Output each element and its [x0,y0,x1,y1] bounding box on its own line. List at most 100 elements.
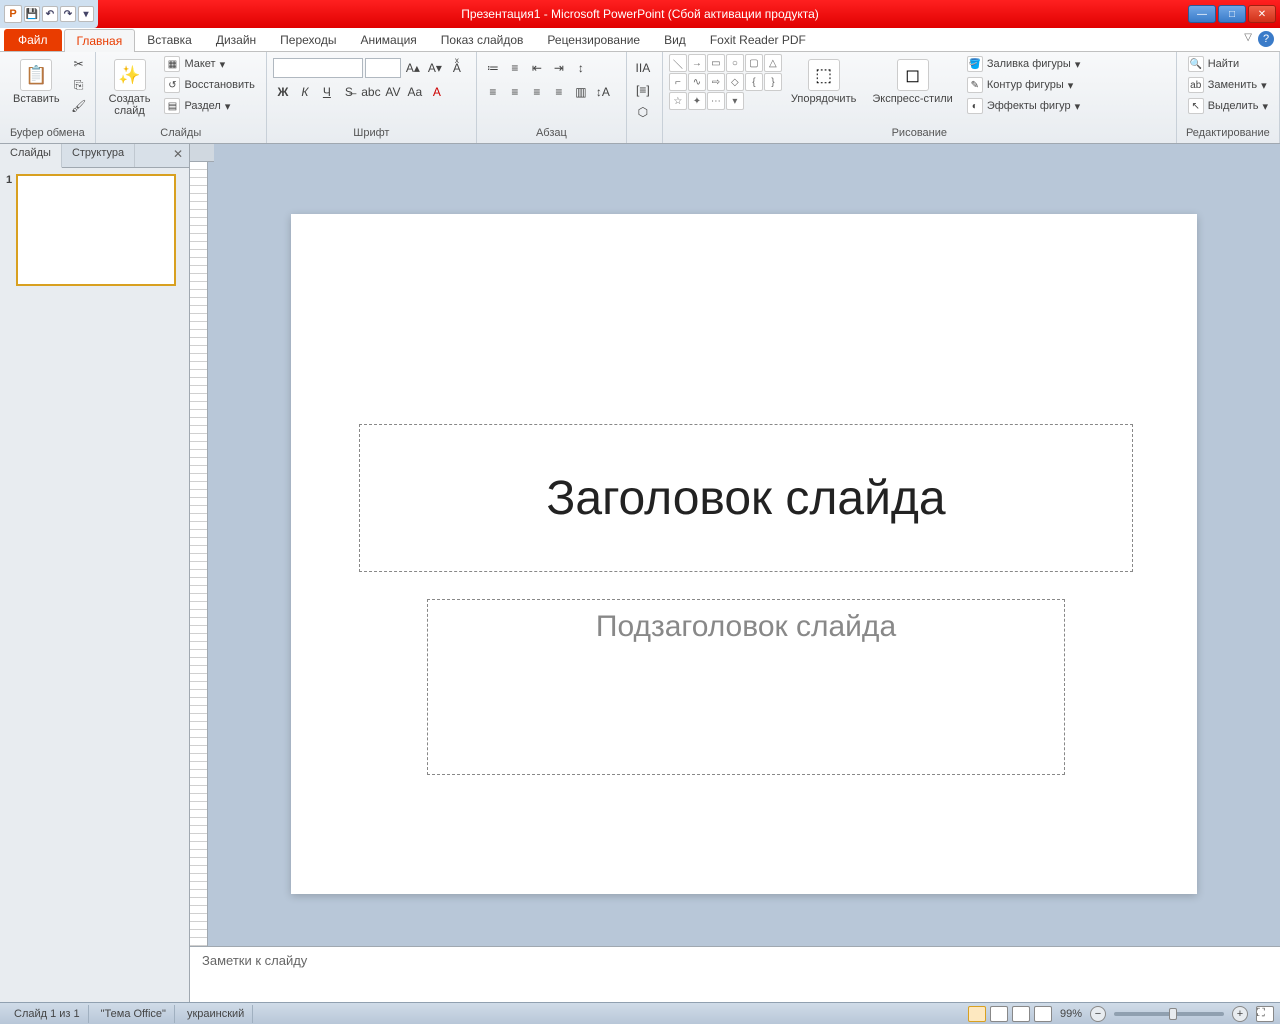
notes-pane[interactable]: Заметки к слайду [190,946,1280,1002]
shape-brace-icon[interactable]: { [745,73,763,91]
layout-button[interactable]: ▦Макет ▾ [159,54,259,74]
decrease-indent-icon[interactable]: ⇤ [527,58,547,78]
cut-icon[interactable]: ✂ [69,54,89,74]
zoom-slider-thumb[interactable] [1169,1008,1177,1020]
undo-icon[interactable]: ↶ [42,6,58,22]
tab-home[interactable]: Главная [64,29,136,52]
shrink-font-icon[interactable]: A▾ [425,58,445,78]
app-icon[interactable]: P [4,5,22,23]
save-icon[interactable]: 💾 [24,6,40,22]
file-tab[interactable]: Файл [4,29,62,51]
shape-triangle-icon[interactable]: △ [764,54,782,72]
minimize-button[interactable]: — [1188,5,1216,23]
align-right-icon[interactable]: ≡ [527,82,547,102]
zoom-in-button[interactable]: + [1232,1006,1248,1022]
qat-customize-icon[interactable]: ▾ [78,6,94,22]
strikethrough-icon[interactable]: S̶ [339,82,359,102]
shape-star-icon[interactable]: ☆ [669,92,687,110]
select-button[interactable]: ↖Выделить ▾ [1183,96,1273,116]
tab-slideshow[interactable]: Показ слайдов [429,29,536,51]
underline-icon[interactable]: Ч [317,82,337,102]
shape-outline-button[interactable]: ✎Контур фигуры ▾ [962,75,1086,95]
new-slide-button[interactable]: ✨ Создать слайд [102,54,158,122]
smartart-button[interactable]: ⬡ [633,102,653,122]
arrange-button[interactable]: ⬚ Упорядочить [784,54,863,110]
tab-slides-thumbs[interactable]: Слайды [0,144,62,168]
numbering-icon[interactable]: ≡ [505,58,525,78]
status-language[interactable]: украинский [179,1005,253,1023]
shape-expand-icon[interactable]: ▾ [726,92,744,110]
bullets-icon[interactable]: ≔ [483,58,503,78]
zoom-slider[interactable] [1114,1012,1224,1016]
tab-transitions[interactable]: Переходы [268,29,348,51]
maximize-button[interactable]: □ [1218,5,1246,23]
view-reading-icon[interactable] [1012,1006,1030,1022]
tab-outline[interactable]: Структура [62,144,135,167]
canvas-wrap[interactable]: Заголовок слайда Подзаголовок слайда [208,162,1280,946]
shapes-gallery[interactable]: ＼ → ▭ ○ ▢ △ ⌐ ∿ ⇨ ◇ { } ☆ ✦ ⋯ ▾ [669,54,782,110]
tab-design[interactable]: Дизайн [204,29,268,51]
shape-more-icon[interactable]: ⋯ [707,92,725,110]
shape-callout-icon[interactable]: ◇ [726,73,744,91]
tab-animation[interactable]: Анимация [348,29,428,51]
align-left-icon[interactable]: ≡ [483,82,503,102]
align-center-icon[interactable]: ≡ [505,82,525,102]
thumbnail-item[interactable]: 1 [6,174,183,286]
text-direction-button[interactable]: IIA [633,58,653,78]
shape-star2-icon[interactable]: ✦ [688,92,706,110]
replace-button[interactable]: abЗаменить ▾ [1183,75,1273,95]
font-color-icon[interactable]: A [427,82,447,102]
fit-to-window-icon[interactable]: ⛶ [1256,1006,1274,1022]
bold-icon[interactable]: Ж [273,82,293,102]
find-button[interactable]: 🔍Найти [1183,54,1273,74]
redo-icon[interactable]: ↷ [60,6,76,22]
char-spacing-icon[interactable]: AV [383,82,403,102]
font-size-combo[interactable] [365,58,401,78]
clear-format-icon[interactable]: Aͯ [447,58,467,78]
line-spacing-icon[interactable]: ↕ [571,58,591,78]
help-icon[interactable]: ? [1258,31,1274,47]
subtitle-placeholder[interactable]: Подзаголовок слайда [427,599,1065,775]
justify-icon[interactable]: ≡ [549,82,569,102]
express-styles-button[interactable]: ◻ Экспресс-стили [865,54,959,110]
section-button[interactable]: ▤Раздел ▾ [159,96,259,116]
shape-rect-icon[interactable]: ▭ [707,54,725,72]
italic-icon[interactable]: К [295,82,315,102]
tab-foxit[interactable]: Foxit Reader PDF [698,29,818,51]
grow-font-icon[interactable]: A▴ [403,58,423,78]
minimize-ribbon-icon[interactable]: ▽ [1244,32,1252,43]
shape-line-icon[interactable]: ＼ [669,54,687,72]
shape-fill-button[interactable]: 🪣Заливка фигуры ▾ [962,54,1086,74]
copy-icon[interactable]: ⎘ [69,75,89,95]
change-case-icon[interactable]: Aa [405,82,425,102]
shape-effects-button[interactable]: ◐Эффекты фигур ▾ [962,96,1086,116]
close-button[interactable]: ✕ [1248,5,1276,23]
shape-brace2-icon[interactable]: } [764,73,782,91]
thumbnail-preview[interactable] [16,174,176,286]
reset-button[interactable]: ↺Восстановить [159,75,259,95]
shape-roundrect-icon[interactable]: ▢ [745,54,763,72]
align-text-button[interactable]: [≡] [633,80,653,100]
shape-arrow2-icon[interactable]: ⇨ [707,73,725,91]
shape-oval-icon[interactable]: ○ [726,54,744,72]
shape-curve-icon[interactable]: ∿ [688,73,706,91]
tab-view[interactable]: Вид [652,29,698,51]
view-slideshow-icon[interactable] [1034,1006,1052,1022]
shape-connector-icon[interactable]: ⌐ [669,73,687,91]
text-direction-icon[interactable]: ↕A [593,82,613,102]
tab-insert[interactable]: Вставка [135,29,204,51]
view-normal-icon[interactable] [968,1006,986,1022]
font-family-combo[interactable] [273,58,363,78]
shape-arrow-icon[interactable]: → [688,54,706,72]
zoom-out-button[interactable]: − [1090,1006,1106,1022]
shadow-icon[interactable]: abc [361,82,381,102]
tab-review[interactable]: Рецензирование [535,29,652,51]
format-painter-icon[interactable]: 🖌 [69,96,89,116]
columns-icon[interactable]: ▥ [571,82,591,102]
view-sorter-icon[interactable] [990,1006,1008,1022]
paste-button[interactable]: 📋 Вставить [6,54,67,110]
slide-canvas[interactable]: Заголовок слайда Подзаголовок слайда [291,214,1197,894]
left-panel-close-icon[interactable]: ✕ [167,144,189,167]
increase-indent-icon[interactable]: ⇥ [549,58,569,78]
title-placeholder[interactable]: Заголовок слайда [359,424,1133,572]
